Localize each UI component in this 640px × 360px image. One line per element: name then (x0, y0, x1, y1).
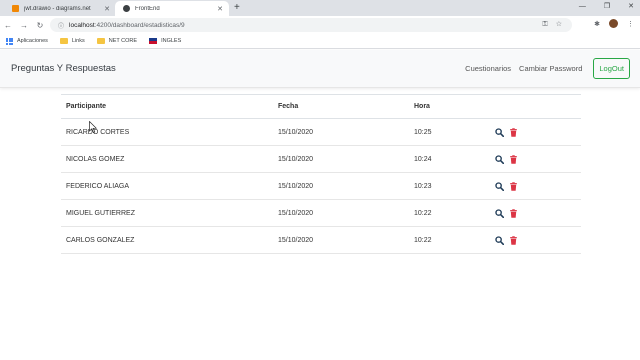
table-row: RICARDO CORTES 15/10/2020 10:25 (61, 118, 581, 146)
url-host: localhost (69, 21, 95, 29)
search-icon[interactable] (495, 154, 504, 164)
star-icon[interactable]: ☆ (556, 19, 562, 31)
trash-icon[interactable] (509, 235, 518, 245)
trash-icon[interactable] (509, 127, 518, 137)
close-icon[interactable]: ✕ (104, 5, 110, 13)
cell-hora: 10:22 (409, 226, 490, 254)
tab-frontend[interactable]: FrontEnd ✕ (115, 1, 229, 16)
cell-hora: 10:25 (409, 118, 490, 146)
bookmark-label: INGLES (161, 38, 182, 44)
forward-icon[interactable]: → (16, 21, 32, 30)
menu-icon[interactable]: ⋮ (627, 20, 634, 28)
bookmark-label: Aplicaciones (17, 38, 48, 44)
nav-link-cambiar-password[interactable]: Cambiar Password (519, 64, 582, 73)
header-participante: Participante (61, 94, 273, 119)
back-icon[interactable]: ← (0, 21, 16, 30)
close-window-icon[interactable]: ✕ (628, 1, 634, 13)
row-actions (495, 181, 581, 191)
angular-icon (123, 5, 130, 12)
cell-actions (490, 145, 581, 173)
trash-icon[interactable] (509, 208, 518, 218)
window-controls: — ❐ ✕ (579, 1, 634, 13)
bookmark-ingles[interactable]: INGLES (149, 38, 181, 44)
search-icon[interactable] (495, 235, 504, 245)
cell-fecha: 15/10/2020 (273, 226, 409, 254)
table-row: NICOLAS GOMEZ 15/10/2020 10:24 (61, 145, 581, 173)
cell-fecha: 15/10/2020 (273, 199, 409, 227)
bookmark-label: NET CORE (108, 38, 138, 44)
header-actions (490, 94, 581, 119)
table-row: CARLOS GONZALEZ 15/10/2020 10:22 (61, 226, 581, 254)
flag-icon (149, 38, 158, 44)
app-brand[interactable]: Preguntas Y Respuestas (11, 63, 116, 74)
table-header-row: Participante Fecha Hora (61, 94, 581, 119)
bookmarks-bar: Aplicaciones Links NET CORE INGLES (0, 34, 640, 49)
close-icon[interactable]: ✕ (217, 5, 223, 13)
cell-fecha: 15/10/2020 (273, 118, 409, 146)
cell-actions (490, 118, 581, 146)
header-hora: Hora (409, 94, 490, 119)
omnibox-actions: ⚿ ☆ (542, 19, 562, 31)
cell-fecha: 15/10/2020 (273, 172, 409, 200)
reload-icon[interactable]: ↻ (32, 21, 48, 30)
bookmark-net-core[interactable]: NET CORE (96, 38, 138, 44)
app-navbar: Preguntas Y Respuestas Cuestionarios Cam… (0, 50, 640, 88)
trash-icon[interactable] (509, 154, 518, 164)
mouse-cursor-icon (89, 121, 97, 133)
cell-hora: 10:23 (409, 172, 490, 200)
toolbar-right: ✱ ⋮ (594, 19, 634, 28)
url-path: :4200/dashboard/estadisticas/9 (94, 21, 185, 29)
drawio-icon (12, 5, 19, 12)
cell-participante: FEDERICO ALIAGA (61, 172, 273, 200)
tab-title: jwt.drawio - diagrams.net (24, 5, 91, 12)
bookmark-links[interactable]: Links (59, 38, 85, 44)
search-icon[interactable] (495, 181, 504, 191)
trash-icon[interactable] (509, 181, 518, 191)
cell-actions (490, 226, 581, 254)
cell-hora: 10:24 (409, 145, 490, 173)
tab-title: FrontEnd (135, 5, 160, 12)
cell-fecha: 15/10/2020 (273, 145, 409, 173)
browser-tab-strip: jwt.drawio - diagrams.net ✕ FrontEnd ✕ +… (0, 0, 640, 16)
bookmark-label: Links (71, 38, 85, 44)
folder-icon (59, 38, 68, 44)
tab-drawio[interactable]: jwt.drawio - diagrams.net ✕ (4, 1, 116, 16)
row-actions (495, 235, 581, 245)
table-row: MIGUEL GUTIERREZ 15/10/2020 10:22 (61, 199, 581, 227)
cell-actions (490, 172, 581, 200)
logout-button[interactable]: LogOut (593, 58, 630, 79)
address-bar[interactable]: ⓘ localhost :4200/dashboard/estadisticas… (50, 18, 572, 32)
nav-links: Cuestionarios Cambiar Password LogOut (465, 58, 630, 79)
avatar[interactable] (609, 19, 618, 28)
header-fecha: Fecha (273, 94, 409, 119)
extensions-icon[interactable]: ✱ (594, 20, 600, 28)
results-table: Participante Fecha Hora RICARDO CORTES 15… (61, 94, 581, 254)
new-tab-button[interactable]: + (234, 2, 240, 14)
minimize-icon[interactable]: — (579, 1, 586, 13)
row-actions (495, 208, 581, 218)
info-icon[interactable]: ⓘ (58, 21, 64, 30)
folder-icon (96, 38, 105, 44)
row-actions (495, 154, 581, 164)
row-actions (495, 127, 581, 137)
nav-link-cuestionarios[interactable]: Cuestionarios (465, 64, 511, 73)
cell-actions (490, 199, 581, 227)
bookmark-aplicaciones[interactable]: Aplicaciones (6, 37, 48, 45)
results-table-container: Participante Fecha Hora RICARDO CORTES 15… (61, 94, 581, 254)
search-icon[interactable] (495, 208, 504, 218)
restore-icon[interactable]: ❐ (604, 1, 610, 13)
apps-grid-icon (6, 37, 13, 45)
key-icon[interactable]: ⚿ (542, 19, 547, 31)
cell-participante: CARLOS GONZALEZ (61, 226, 273, 254)
cell-participante: MIGUEL GUTIERREZ (61, 199, 273, 227)
table-row: FEDERICO ALIAGA 15/10/2020 10:23 (61, 172, 581, 200)
browser-toolbar: ← → ↻ ⓘ localhost :4200/dashboard/estadi… (0, 16, 640, 34)
cell-participante: NICOLAS GOMEZ (61, 145, 273, 173)
cell-hora: 10:22 (409, 199, 490, 227)
search-icon[interactable] (495, 127, 504, 137)
